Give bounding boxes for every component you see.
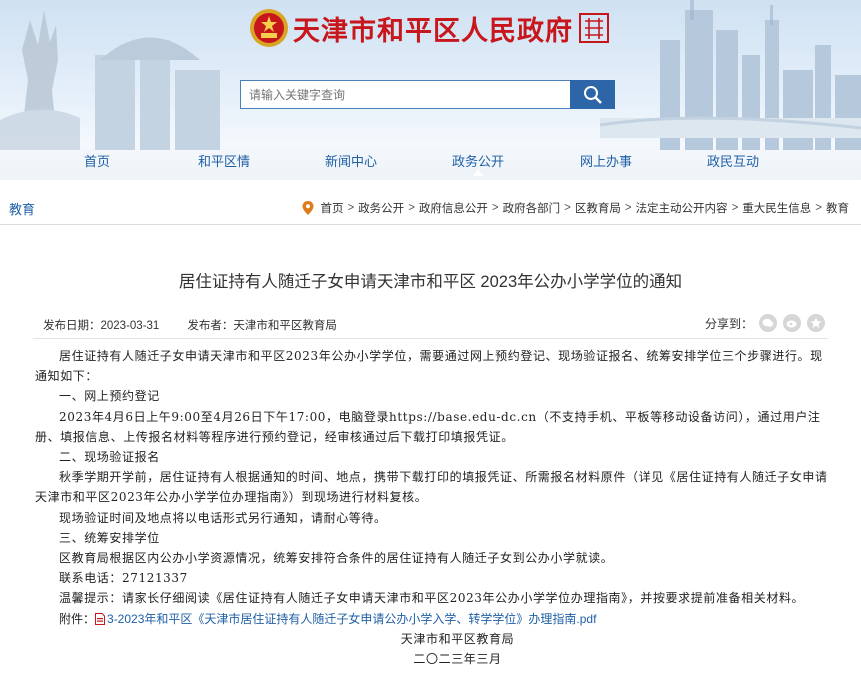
nav-item-interaction[interactable]: 政民互动: [683, 151, 783, 170]
section-heading: 一、网上预约登记: [59, 389, 160, 404]
section-heading: 二、现场验证报名: [59, 450, 160, 465]
signature: 天津市和平区教育局: [400, 631, 515, 646]
favorite-icon[interactable]: [807, 314, 826, 332]
article-body: 居住证持有人随迁子女申请天津市和平区2023年公办小学学位，需要通过网上预约登记…: [35, 346, 830, 669]
breadcrumb-item-info-disclosure[interactable]: 政府信息公开: [419, 200, 488, 216]
attachment-filename: 3-2023年和平区《天津市居住证持有人随迁子女申请公办小学入学、转学学位》办理…: [107, 611, 597, 626]
national-emblem-icon: [250, 9, 288, 47]
breadcrumb-item-education[interactable]: 教育: [826, 200, 849, 216]
main-nav: 首页 和平区情 新闻中心 政务公开 网上办事 政民互动: [0, 146, 861, 174]
breadcrumb-item-education-bureau[interactable]: 区教育局: [575, 200, 621, 216]
weibo-icon[interactable]: [783, 314, 802, 332]
search-input[interactable]: [240, 80, 571, 109]
site-title: 天津市和平区人民政府: [293, 15, 573, 47]
article-meta: 发布日期：2023-03-31 发布者：天津市和平区教育局: [43, 317, 337, 333]
breadcrumb: 首页 > 政务公开 > 政府信息公开 > 政府各部门 > 区教育局 > 法定主动…: [302, 200, 849, 216]
search-icon: [583, 85, 602, 104]
publisher: 发布者：天津市和平区教育局: [187, 320, 337, 332]
contact-phone: 联系电话：27121337: [59, 571, 188, 586]
divider: [0, 224, 861, 225]
header-banner: 天津市和平区人民政府 首页 和平区情 新闻中心 政务公开 网上办事 政民互动: [0, 0, 861, 180]
section-heading: 三、统筹安排学位: [59, 530, 160, 545]
district-seal-icon: [579, 13, 609, 43]
share-bar: 分享到：: [705, 314, 826, 332]
active-tab-caret-icon: [473, 169, 483, 176]
breadcrumb-separator: >: [491, 202, 499, 214]
breadcrumb-item-livelihood[interactable]: 重大民生信息: [742, 200, 811, 216]
breadcrumb-separator: >: [731, 202, 739, 214]
attachment-link[interactable]: 3-2023年和平区《天津市居住证持有人随迁子女申请公办小学入学、转学学位》办理…: [95, 609, 596, 629]
paragraph: 现场验证时间及地点将以电话形式另行通知，请耐心等待。: [59, 510, 387, 525]
attachment-row: 附件： 3-2023年和平区《天津市居住证持有人随迁子女申请公办小学入学、转学学…: [35, 609, 830, 629]
breadcrumb-bar: 教育 首页 > 政务公开 > 政府信息公开 > 政府各部门 > 区教育局 > 法…: [0, 197, 861, 219]
section-label: 教育: [9, 202, 36, 217]
wechat-icon[interactable]: [759, 314, 778, 332]
publish-date: 发布日期：2023-03-31: [43, 320, 160, 332]
breadcrumb-item-statutory-disclosure[interactable]: 法定主动公开内容: [636, 200, 728, 216]
paragraph: 区教育局根据区内公办小学资源情况，统筹安排符合条件的居住证持有人随迁子女到公办小…: [59, 551, 614, 566]
pdf-file-icon: [95, 612, 106, 625]
nav-item-news[interactable]: 新闻中心: [301, 151, 401, 170]
breadcrumb-separator: >: [815, 202, 822, 214]
nav-item-home[interactable]: 首页: [47, 151, 147, 170]
breadcrumb-separator: >: [347, 202, 355, 214]
breadcrumb-separator: >: [408, 202, 415, 214]
breadcrumb-item-departments[interactable]: 政府各部门: [503, 200, 561, 216]
breadcrumb-item-gov-affairs[interactable]: 政务公开: [358, 200, 404, 216]
article-title: 居住证持有人随迁子女申请天津市和平区 2023年公办小学学位的通知: [178, 273, 683, 291]
nav-item-online-service[interactable]: 网上办事: [556, 151, 656, 170]
nav-item-district-info[interactable]: 和平区情: [174, 151, 274, 170]
breadcrumb-separator: >: [624, 202, 632, 214]
search-button[interactable]: [570, 80, 615, 109]
paragraph: 2023年4月6日上午9:00至4月26日下午17:00，电脑登录https:/…: [35, 409, 821, 444]
divider: [33, 338, 828, 339]
paragraph: 秋季学期开学前，居住证持有人根据通知的时间、地点，携带下载打印的填报凭证、所需报…: [35, 470, 828, 505]
share-label: 分享到：: [705, 316, 754, 331]
reminder: 温馨提示：请家长仔细阅读《居住证持有人随迁子女申请天津市和平区2023年公办小学…: [59, 591, 805, 606]
breadcrumb-separator: >: [564, 202, 571, 214]
attachment-label: 附件：: [59, 611, 96, 626]
site-logo[interactable]: 天津市和平区人民政府: [249, 6, 609, 50]
location-pin-icon: [302, 201, 314, 215]
breadcrumb-item-home[interactable]: 首页: [320, 200, 343, 216]
issue-date: 二〇二三年三月: [413, 652, 502, 667]
paragraph: 居住证持有人随迁子女申请天津市和平区2023年公办小学学位，需要通过网上预约登记…: [35, 349, 823, 384]
